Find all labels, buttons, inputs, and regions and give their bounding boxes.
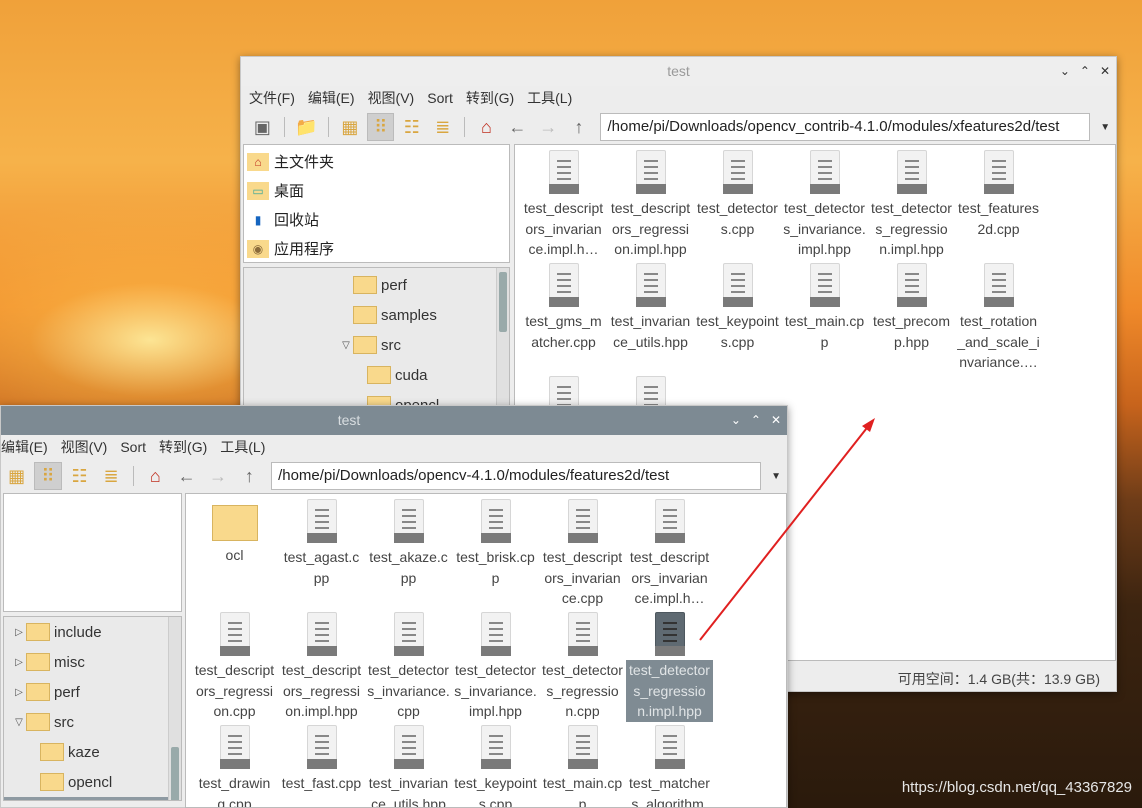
arrow-head (862, 418, 875, 432)
arrow-line (699, 423, 871, 641)
red-annotation-arrow (699, 418, 875, 641)
watermark: https://blog.csdn.net/qq_43367829 (901, 779, 1132, 796)
